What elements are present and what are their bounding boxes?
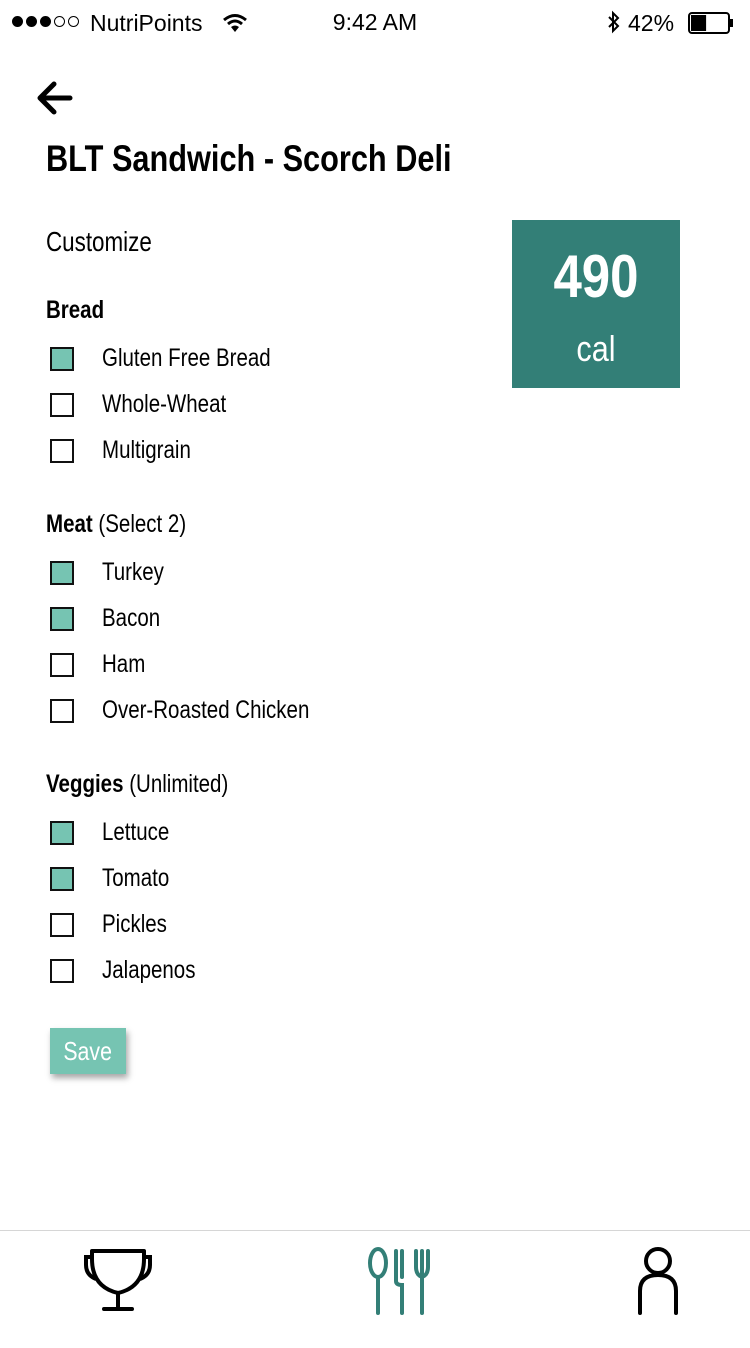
status-bar: NutriPoints 9:42 AM 42% (0, 0, 750, 44)
option-label: Whole-Wheat (102, 390, 227, 418)
battery-icon (688, 12, 733, 34)
meat-heading: Meat (46, 510, 93, 538)
checkbox[interactable] (50, 607, 74, 631)
option-label: Pickles (102, 910, 167, 938)
option-label: Over-Roasted Chicken (102, 696, 310, 724)
customize-label: Customize (46, 226, 152, 257)
calorie-unit: cal (576, 328, 616, 369)
option-label: Turkey (102, 558, 164, 586)
checkbox[interactable] (50, 347, 74, 371)
option-label: Jalapenos (102, 956, 196, 984)
section-heading-meat: Meat (Select 2) (46, 510, 186, 539)
calorie-badge: 490 cal (512, 220, 680, 388)
checkbox[interactable] (50, 439, 74, 463)
page-title: BLT Sandwich - Scorch Deli (46, 138, 452, 179)
utensils-icon[interactable] (358, 1247, 438, 1317)
option-label: Gluten Free Bread (102, 344, 271, 372)
checkbox[interactable] (50, 393, 74, 417)
battery-percent: 42% (628, 10, 675, 36)
option-label: Bacon (102, 604, 161, 632)
option-label: Ham (102, 650, 146, 678)
back-arrow-icon[interactable] (34, 80, 74, 116)
checkbox[interactable] (50, 561, 74, 585)
save-button-label: Save (63, 1035, 113, 1066)
checkbox[interactable] (50, 699, 74, 723)
checkbox[interactable] (50, 653, 74, 677)
bread-heading: Bread (46, 296, 105, 324)
save-button[interactable]: Save (50, 1028, 126, 1074)
checkbox[interactable] (50, 821, 74, 845)
section-heading-bread: Bread (46, 296, 104, 325)
trophy-icon[interactable] (78, 1247, 158, 1317)
veggies-note: (Unlimited) (129, 770, 229, 798)
option-label: Tomato (102, 864, 170, 892)
veggies-heading: Veggies (46, 770, 124, 798)
option-label: Lettuce (102, 818, 170, 846)
option-label: Multigrain (102, 436, 191, 464)
bluetooth-icon (608, 10, 620, 34)
checkbox[interactable] (50, 959, 74, 983)
section-heading-veggies: Veggies (Unlimited) (46, 770, 228, 799)
checkbox[interactable] (50, 913, 74, 937)
calorie-value: 490 (553, 243, 639, 310)
tab-bar (0, 1230, 750, 1348)
meat-note: (Select 2) (98, 510, 187, 538)
person-icon[interactable] (618, 1247, 698, 1317)
checkbox[interactable] (50, 867, 74, 891)
